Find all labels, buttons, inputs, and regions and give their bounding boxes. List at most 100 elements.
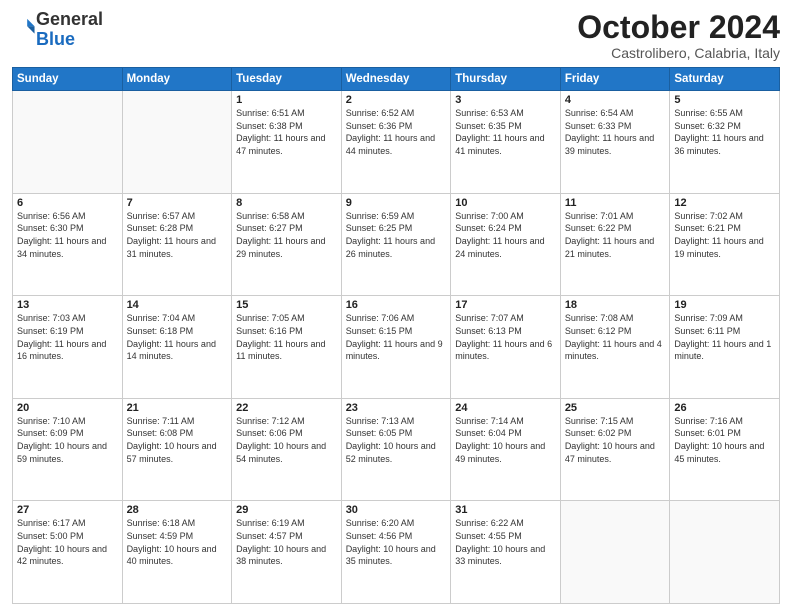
day-detail: Sunrise: 7:13 AMSunset: 6:05 PMDaylight:… xyxy=(346,415,447,465)
day-number: 16 xyxy=(346,299,447,311)
day-detail: Sunrise: 6:57 AMSunset: 6:28 PMDaylight:… xyxy=(127,210,228,260)
calendar-week-row: 1Sunrise: 6:51 AMSunset: 6:38 PMDaylight… xyxy=(13,91,780,194)
calendar-cell: 3Sunrise: 6:53 AMSunset: 6:35 PMDaylight… xyxy=(451,91,561,194)
title-block: October 2024 Castrolibero, Calabria, Ita… xyxy=(577,10,780,61)
calendar-cell: 24Sunrise: 7:14 AMSunset: 6:04 PMDayligh… xyxy=(451,398,561,501)
calendar-cell: 30Sunrise: 6:20 AMSunset: 4:56 PMDayligh… xyxy=(341,501,451,604)
calendar-cell: 31Sunrise: 6:22 AMSunset: 4:55 PMDayligh… xyxy=(451,501,561,604)
calendar-cell: 22Sunrise: 7:12 AMSunset: 6:06 PMDayligh… xyxy=(232,398,342,501)
calendar-table: SundayMondayTuesdayWednesdayThursdayFrid… xyxy=(12,67,780,604)
day-detail: Sunrise: 7:10 AMSunset: 6:09 PMDaylight:… xyxy=(17,415,118,465)
day-detail: Sunrise: 7:16 AMSunset: 6:01 PMDaylight:… xyxy=(674,415,775,465)
day-detail: Sunrise: 6:59 AMSunset: 6:25 PMDaylight:… xyxy=(346,210,447,260)
day-number: 10 xyxy=(455,197,556,209)
day-number: 15 xyxy=(236,299,337,311)
day-number: 18 xyxy=(565,299,666,311)
logo-icon xyxy=(14,16,36,38)
day-number: 4 xyxy=(565,94,666,106)
day-number: 13 xyxy=(17,299,118,311)
day-detail: Sunrise: 6:58 AMSunset: 6:27 PMDaylight:… xyxy=(236,210,337,260)
calendar-cell xyxy=(560,501,670,604)
calendar-cell: 13Sunrise: 7:03 AMSunset: 6:19 PMDayligh… xyxy=(13,296,123,399)
page-header: General Blue October 2024 Castrolibero, … xyxy=(12,10,780,61)
logo-general-text: General xyxy=(36,9,103,29)
calendar-cell xyxy=(122,91,232,194)
weekday-header-wednesday: Wednesday xyxy=(341,68,451,91)
day-detail: Sunrise: 6:18 AMSunset: 4:59 PMDaylight:… xyxy=(127,517,228,567)
day-number: 20 xyxy=(17,402,118,414)
day-number: 11 xyxy=(565,197,666,209)
calendar-cell: 23Sunrise: 7:13 AMSunset: 6:05 PMDayligh… xyxy=(341,398,451,501)
day-number: 19 xyxy=(674,299,775,311)
month-title: October 2024 xyxy=(577,10,780,45)
day-detail: Sunrise: 7:12 AMSunset: 6:06 PMDaylight:… xyxy=(236,415,337,465)
day-number: 8 xyxy=(236,197,337,209)
calendar-header: SundayMondayTuesdayWednesdayThursdayFrid… xyxy=(13,68,780,91)
day-number: 3 xyxy=(455,94,556,106)
calendar-cell: 11Sunrise: 7:01 AMSunset: 6:22 PMDayligh… xyxy=(560,193,670,296)
day-number: 9 xyxy=(346,197,447,209)
day-number: 7 xyxy=(127,197,228,209)
day-detail: Sunrise: 6:20 AMSunset: 4:56 PMDaylight:… xyxy=(346,517,447,567)
weekday-row: SundayMondayTuesdayWednesdayThursdayFrid… xyxy=(13,68,780,91)
calendar-cell: 25Sunrise: 7:15 AMSunset: 6:02 PMDayligh… xyxy=(560,398,670,501)
day-detail: Sunrise: 7:00 AMSunset: 6:24 PMDaylight:… xyxy=(455,210,556,260)
day-number: 21 xyxy=(127,402,228,414)
calendar-cell: 4Sunrise: 6:54 AMSunset: 6:33 PMDaylight… xyxy=(560,91,670,194)
calendar-body: 1Sunrise: 6:51 AMSunset: 6:38 PMDaylight… xyxy=(13,91,780,604)
calendar-week-row: 13Sunrise: 7:03 AMSunset: 6:19 PMDayligh… xyxy=(13,296,780,399)
location-text: Castrolibero, Calabria, Italy xyxy=(577,45,780,61)
logo: General Blue xyxy=(12,10,103,50)
weekday-header-monday: Monday xyxy=(122,68,232,91)
day-number: 31 xyxy=(455,504,556,516)
calendar-cell: 26Sunrise: 7:16 AMSunset: 6:01 PMDayligh… xyxy=(670,398,780,501)
calendar-cell: 8Sunrise: 6:58 AMSunset: 6:27 PMDaylight… xyxy=(232,193,342,296)
day-number: 28 xyxy=(127,504,228,516)
day-detail: Sunrise: 6:51 AMSunset: 6:38 PMDaylight:… xyxy=(236,107,337,157)
day-detail: Sunrise: 7:04 AMSunset: 6:18 PMDaylight:… xyxy=(127,312,228,362)
calendar-cell: 29Sunrise: 6:19 AMSunset: 4:57 PMDayligh… xyxy=(232,501,342,604)
logo-blue-text: Blue xyxy=(36,29,75,49)
calendar-cell: 10Sunrise: 7:00 AMSunset: 6:24 PMDayligh… xyxy=(451,193,561,296)
day-detail: Sunrise: 6:52 AMSunset: 6:36 PMDaylight:… xyxy=(346,107,447,157)
day-detail: Sunrise: 7:09 AMSunset: 6:11 PMDaylight:… xyxy=(674,312,775,362)
calendar-cell: 16Sunrise: 7:06 AMSunset: 6:15 PMDayligh… xyxy=(341,296,451,399)
day-detail: Sunrise: 7:06 AMSunset: 6:15 PMDaylight:… xyxy=(346,312,447,362)
day-number: 5 xyxy=(674,94,775,106)
calendar-cell: 1Sunrise: 6:51 AMSunset: 6:38 PMDaylight… xyxy=(232,91,342,194)
weekday-header-sunday: Sunday xyxy=(13,68,123,91)
day-detail: Sunrise: 7:02 AMSunset: 6:21 PMDaylight:… xyxy=(674,210,775,260)
calendar-cell: 28Sunrise: 6:18 AMSunset: 4:59 PMDayligh… xyxy=(122,501,232,604)
day-number: 17 xyxy=(455,299,556,311)
day-number: 2 xyxy=(346,94,447,106)
calendar-cell: 7Sunrise: 6:57 AMSunset: 6:28 PMDaylight… xyxy=(122,193,232,296)
day-number: 6 xyxy=(17,197,118,209)
day-detail: Sunrise: 7:01 AMSunset: 6:22 PMDaylight:… xyxy=(565,210,666,260)
calendar-cell: 6Sunrise: 6:56 AMSunset: 6:30 PMDaylight… xyxy=(13,193,123,296)
day-detail: Sunrise: 6:22 AMSunset: 4:55 PMDaylight:… xyxy=(455,517,556,567)
calendar-cell: 9Sunrise: 6:59 AMSunset: 6:25 PMDaylight… xyxy=(341,193,451,296)
day-number: 25 xyxy=(565,402,666,414)
calendar-cell: 20Sunrise: 7:10 AMSunset: 6:09 PMDayligh… xyxy=(13,398,123,501)
calendar-cell: 21Sunrise: 7:11 AMSunset: 6:08 PMDayligh… xyxy=(122,398,232,501)
day-number: 27 xyxy=(17,504,118,516)
weekday-header-thursday: Thursday xyxy=(451,68,561,91)
calendar-week-row: 6Sunrise: 6:56 AMSunset: 6:30 PMDaylight… xyxy=(13,193,780,296)
day-number: 12 xyxy=(674,197,775,209)
day-number: 24 xyxy=(455,402,556,414)
weekday-header-saturday: Saturday xyxy=(670,68,780,91)
calendar-cell: 19Sunrise: 7:09 AMSunset: 6:11 PMDayligh… xyxy=(670,296,780,399)
calendar-cell: 2Sunrise: 6:52 AMSunset: 6:36 PMDaylight… xyxy=(341,91,451,194)
day-detail: Sunrise: 6:55 AMSunset: 6:32 PMDaylight:… xyxy=(674,107,775,157)
calendar-cell: 27Sunrise: 6:17 AMSunset: 5:00 PMDayligh… xyxy=(13,501,123,604)
day-detail: Sunrise: 6:17 AMSunset: 5:00 PMDaylight:… xyxy=(17,517,118,567)
calendar-cell: 5Sunrise: 6:55 AMSunset: 6:32 PMDaylight… xyxy=(670,91,780,194)
calendar-cell: 15Sunrise: 7:05 AMSunset: 6:16 PMDayligh… xyxy=(232,296,342,399)
calendar-cell xyxy=(670,501,780,604)
day-number: 23 xyxy=(346,402,447,414)
calendar-week-row: 20Sunrise: 7:10 AMSunset: 6:09 PMDayligh… xyxy=(13,398,780,501)
day-number: 14 xyxy=(127,299,228,311)
calendar-cell: 18Sunrise: 7:08 AMSunset: 6:12 PMDayligh… xyxy=(560,296,670,399)
weekday-header-friday: Friday xyxy=(560,68,670,91)
calendar-week-row: 27Sunrise: 6:17 AMSunset: 5:00 PMDayligh… xyxy=(13,501,780,604)
